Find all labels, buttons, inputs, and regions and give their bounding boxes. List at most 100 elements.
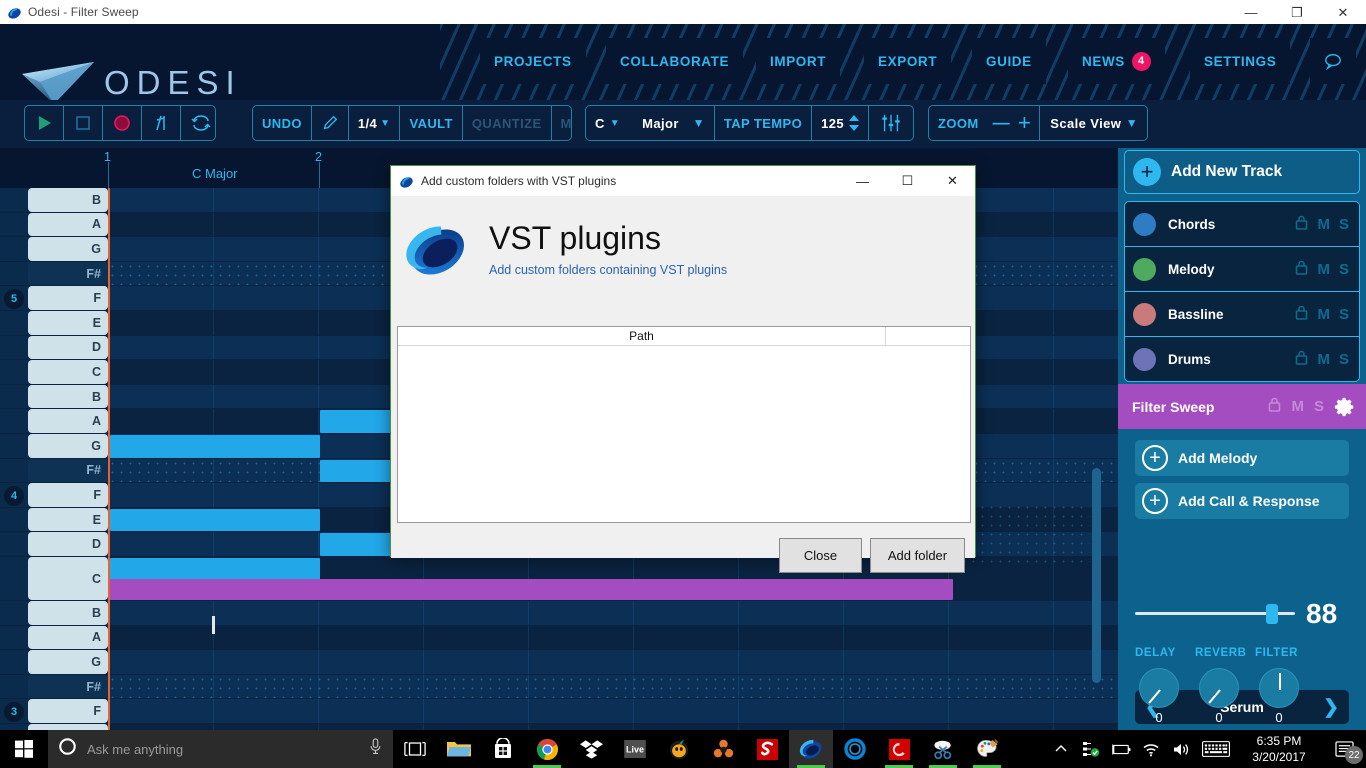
view-mode-selector[interactable]: Scale View ▼	[1040, 106, 1147, 140]
taskbar-cortana-app-icon[interactable]	[833, 730, 877, 768]
piano-key[interactable]: B	[28, 384, 108, 409]
record-button[interactable]	[103, 106, 142, 140]
microphone-icon[interactable]	[368, 738, 383, 760]
piano-key-row[interactable]: G	[0, 650, 1118, 675]
tempo-value[interactable]: 125	[812, 106, 846, 140]
grid-size-selector[interactable]: 1/4 ▼	[349, 106, 401, 140]
piano-key-row[interactable]: B	[0, 601, 1118, 626]
gear-icon[interactable]	[1334, 396, 1356, 418]
add-folder-button[interactable]: Add folder	[870, 538, 965, 573]
scale-selector[interactable]: Major ▼	[624, 106, 715, 140]
nav-item-export[interactable]: EXPORT	[864, 38, 952, 84]
dialog-maximize-button[interactable]: ☐	[885, 166, 930, 196]
piano-key[interactable]: E	[28, 311, 108, 335]
search-input[interactable]: Ask me anything	[48, 730, 393, 768]
selected-track-row[interactable]: Filter Sweep M S	[1118, 384, 1366, 429]
piano-key[interactable]: G	[28, 237, 108, 261]
note-lane[interactable]	[108, 601, 1118, 625]
taskbar-ableton-live-icon[interactable]: Live	[613, 730, 657, 768]
mute-button[interactable]: M	[1291, 398, 1304, 415]
note-lane[interactable]	[108, 674, 1118, 699]
add-melody-button[interactable]: + Add Melody	[1135, 440, 1349, 476]
midi-note[interactable]	[110, 508, 320, 532]
solo-button[interactable]: S	[1339, 306, 1349, 323]
taskbar-fl-studio-icon[interactable]	[657, 730, 701, 768]
piano-key[interactable]: F#	[28, 261, 108, 286]
vst-path-list[interactable]: Path	[397, 326, 971, 523]
close-button[interactable]: Close	[779, 538, 862, 573]
note-lane[interactable]	[108, 625, 1118, 650]
note-lane[interactable]	[108, 699, 1118, 723]
taskbar-microsoft-store-icon[interactable]	[481, 730, 525, 768]
midi-note[interactable]	[320, 410, 392, 433]
piano-key[interactable]: F	[28, 286, 108, 310]
piano-key-row[interactable]: F#	[0, 674, 1118, 700]
volume-slider-handle[interactable]	[1266, 604, 1278, 624]
tap-tempo-button[interactable]: TAP TEMPO	[715, 106, 813, 140]
taskbar-chrome-icon[interactable]	[525, 730, 569, 768]
taskbar-reason-icon[interactable]	[701, 730, 745, 768]
play-button[interactable]	[25, 106, 64, 140]
taskbar-dropbox-icon[interactable]	[569, 730, 613, 768]
loop-button[interactable]	[181, 106, 215, 140]
lock-icon[interactable]	[1295, 305, 1308, 324]
piano-key[interactable]: A	[28, 409, 108, 433]
nav-item-news[interactable]: NEWS 4	[1068, 38, 1165, 84]
piano-key[interactable]: E	[28, 507, 108, 532]
piano-key[interactable]: B	[28, 601, 108, 625]
piano-key[interactable]: G	[28, 650, 108, 674]
volume-icon[interactable]	[1166, 730, 1196, 768]
chevron-right-icon[interactable]: ❯	[1323, 698, 1339, 717]
piano-key[interactable]: C	[28, 557, 108, 600]
taskbar-snipping-tool-icon[interactable]	[921, 730, 965, 768]
key-root-selector[interactable]: C ▼	[586, 106, 624, 140]
mute-button[interactable]: M	[1317, 351, 1330, 368]
lock-icon[interactable]	[1295, 215, 1308, 234]
network-sync-icon[interactable]	[1076, 730, 1106, 768]
piano-key[interactable]: D	[28, 335, 108, 360]
undo-button[interactable]: UNDO	[253, 106, 312, 140]
piano-key-row[interactable]: A	[0, 625, 1118, 651]
windows-start-icon[interactable]	[0, 730, 48, 768]
humanize-button[interactable]	[142, 106, 181, 140]
lock-icon[interactable]	[1295, 350, 1308, 369]
piano-key[interactable]: A	[28, 212, 108, 237]
mixer-button[interactable]	[869, 106, 913, 140]
piano-key[interactable]: B	[28, 188, 108, 212]
window-minimize-button[interactable]: —	[1228, 0, 1274, 24]
solo-button[interactable]: S	[1339, 216, 1349, 233]
wifi-icon[interactable]	[1136, 730, 1166, 768]
zoom-out-button[interactable]: —	[988, 106, 1015, 140]
nav-item-guide[interactable]: GUIDE	[972, 38, 1046, 84]
track-row[interactable]: Drums M S	[1125, 337, 1359, 381]
piano-key[interactable]: D	[28, 532, 108, 556]
lock-icon[interactable]	[1295, 260, 1308, 279]
keyboard-icon[interactable]	[1196, 730, 1236, 768]
piano-roll-scrollbar[interactable]	[1092, 468, 1101, 683]
nav-item-collaborate[interactable]: COLLABORATE	[606, 38, 744, 84]
chat-button[interactable]	[1310, 38, 1356, 84]
vault-button[interactable]: VAULT	[400, 106, 463, 140]
nav-item-projects[interactable]: PROJECTS	[480, 38, 586, 84]
move-button[interactable]: MOVE	[552, 106, 571, 140]
window-close-button[interactable]: ✕	[1320, 0, 1366, 24]
taskbar-serum-icon[interactable]	[745, 730, 789, 768]
path-list-rows[interactable]	[398, 346, 970, 523]
stop-button[interactable]	[64, 106, 103, 140]
quantize-button[interactable]: QUANTIZE	[463, 106, 552, 140]
piano-key[interactable]: F#	[28, 458, 108, 483]
piano-key[interactable]: F	[28, 699, 108, 723]
battery-icon[interactable]	[1106, 730, 1136, 768]
mute-button[interactable]: M	[1317, 261, 1330, 278]
path-column-header[interactable]: Path	[398, 327, 886, 345]
knob-delay[interactable]	[1139, 668, 1179, 708]
knob-reverb[interactable]	[1199, 668, 1239, 708]
piano-key[interactable]: F	[28, 483, 108, 507]
add-call-response-button[interactable]: + Add Call & Response	[1135, 483, 1349, 519]
mute-button[interactable]: M	[1317, 306, 1330, 323]
piano-key[interactable]: C	[28, 360, 108, 384]
zoom-in-button[interactable]: +	[1015, 106, 1041, 140]
midi-note[interactable]	[320, 533, 392, 556]
track-row[interactable]: Melody M S	[1125, 247, 1359, 292]
nav-item-import[interactable]: IMPORT	[756, 38, 841, 84]
